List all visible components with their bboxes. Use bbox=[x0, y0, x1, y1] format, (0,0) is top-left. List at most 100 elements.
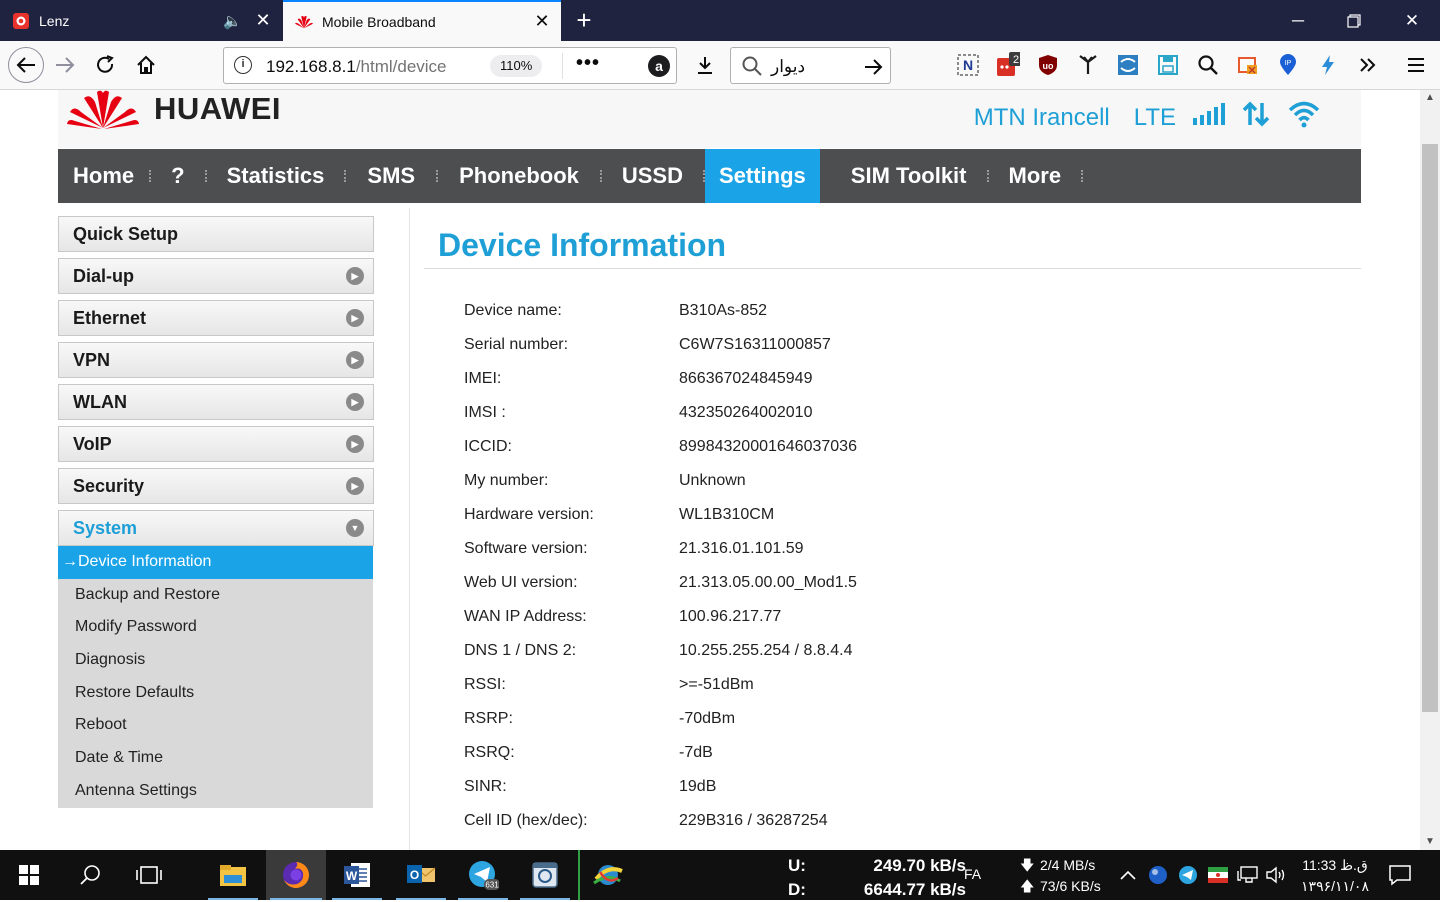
nav-sms[interactable]: SMS bbox=[346, 149, 436, 203]
info-label: Software version: bbox=[464, 540, 588, 557]
nav-home[interactable]: Home bbox=[58, 149, 149, 203]
submenu-diagnosis[interactable]: Diagnosis bbox=[58, 644, 373, 677]
submenu-date-time[interactable]: Date & Time bbox=[58, 742, 373, 775]
task-view-icon[interactable] bbox=[120, 850, 178, 900]
sidebar-item-ethernet[interactable]: Ethernet ▶ bbox=[58, 300, 374, 336]
submenu-reboot[interactable]: Reboot bbox=[58, 709, 373, 742]
back-button[interactable] bbox=[8, 47, 44, 83]
page-actions-icon[interactable]: ••• bbox=[576, 52, 600, 75]
firefox-icon[interactable] bbox=[266, 850, 326, 900]
nav-help[interactable]: ? bbox=[151, 149, 204, 203]
sync-icon[interactable] bbox=[1116, 53, 1140, 77]
search-icon[interactable] bbox=[1196, 53, 1220, 77]
arrow-right-icon[interactable] bbox=[862, 52, 884, 84]
url-bar[interactable]: i 192.168.8.1/html/device 110% ••• a bbox=[223, 47, 677, 84]
nav-sim-toolkit[interactable]: SIM Toolkit bbox=[820, 149, 987, 203]
network-tray-icon[interactable] bbox=[1237, 864, 1259, 886]
tab-mobile-broadband[interactable]: Mobile Broadband ✕ bbox=[283, 0, 561, 41]
url-text[interactable]: 192.168.8.1/html/device bbox=[266, 57, 448, 77]
new-tab-button[interactable]: + bbox=[568, 4, 600, 36]
nav-separator bbox=[1081, 149, 1083, 203]
sidebar-item-security[interactable]: Security ▶ bbox=[58, 468, 374, 504]
close-window-icon[interactable]: ✕ bbox=[1384, 0, 1440, 41]
overflow-chevron-icon[interactable] bbox=[1356, 53, 1380, 77]
nav-settings[interactable]: Settings bbox=[705, 149, 820, 203]
sidebar-item-wlan[interactable]: WLAN ▶ bbox=[58, 384, 374, 420]
speaker-icon[interactable]: 🔈 bbox=[223, 12, 242, 30]
title-divider bbox=[424, 268, 1361, 269]
settings-sidebar: Quick Setup Dial-up ▶ Ethernet ▶ VPN ▶ WLAN… bbox=[58, 216, 374, 808]
info-icon[interactable]: i bbox=[234, 56, 252, 74]
huawei-logo[interactable]: HUAWEI bbox=[66, 90, 281, 130]
tray-chevron-icon[interactable] bbox=[1117, 864, 1139, 886]
windows-start-icon[interactable] bbox=[0, 850, 58, 900]
sidebar-item-vpn[interactable]: VPN ▶ bbox=[58, 342, 374, 378]
nav-statistics[interactable]: Statistics bbox=[207, 149, 345, 203]
tray-app-icon[interactable] bbox=[1147, 864, 1169, 886]
zoom-level[interactable]: 110% bbox=[490, 55, 543, 77]
ublock-icon[interactable]: uo bbox=[1036, 53, 1060, 77]
home-button[interactable] bbox=[129, 48, 163, 82]
word-icon[interactable]: W bbox=[328, 850, 386, 900]
scroll-down-icon[interactable]: ▼ bbox=[1420, 834, 1440, 850]
info-row: IMSI : 432350264002010 bbox=[464, 404, 857, 438]
save-icon[interactable] bbox=[1156, 53, 1180, 77]
submenu-antenna-settings[interactable]: Antenna Settings bbox=[58, 775, 373, 808]
svg-text:uo: uo bbox=[1043, 61, 1054, 71]
sidebar-item-quick-setup[interactable]: Quick Setup bbox=[58, 216, 374, 252]
sidebar-item-label: Quick Setup bbox=[73, 224, 179, 244]
extension-badge: 2 bbox=[1013, 54, 1019, 66]
download-button[interactable] bbox=[688, 48, 722, 82]
reload-button[interactable] bbox=[89, 48, 123, 82]
telegram-tray-icon[interactable] bbox=[1177, 864, 1199, 886]
telegram-icon[interactable]: 631 bbox=[454, 850, 512, 900]
dialog-app-icon[interactable] bbox=[516, 850, 574, 900]
net-traffic-meter[interactable]: 🡇 2/4 MB/s 🡅 73/6 KB/s bbox=[1020, 855, 1101, 897]
screenshot-icon[interactable] bbox=[1236, 53, 1260, 77]
outlook-icon[interactable]: O bbox=[392, 850, 450, 900]
submenu-device-information[interactable]: →Device Information bbox=[58, 546, 373, 579]
nav-more[interactable]: More bbox=[989, 149, 1082, 203]
info-label: IMSI : bbox=[464, 404, 506, 421]
search-bar[interactable]: دیوار bbox=[730, 47, 891, 84]
volume-icon[interactable] bbox=[1265, 864, 1287, 886]
scroll-thumb[interactable] bbox=[1422, 144, 1438, 712]
info-row: Serial number: C6W7S16311000857 bbox=[464, 336, 857, 370]
search-input[interactable]: دیوار bbox=[771, 57, 805, 77]
location-pin-icon[interactable]: IP bbox=[1276, 53, 1300, 77]
arrow-down-icon: 🡇 bbox=[1020, 857, 1035, 873]
antenna-icon[interactable] bbox=[1076, 53, 1100, 77]
network-type: LTE bbox=[1133, 103, 1176, 131]
network-app-icon[interactable] bbox=[578, 850, 636, 900]
search-icon[interactable] bbox=[62, 850, 120, 900]
system-clock[interactable]: 11:33 ق.ظ ۱۳۹۶/۱۱/۰۸ bbox=[1300, 855, 1370, 897]
submenu-modify-password[interactable]: Modify Password bbox=[58, 611, 373, 644]
submenu-backup-restore[interactable]: Backup and Restore bbox=[58, 579, 373, 612]
page-scrollbar[interactable]: ▲ ▼ bbox=[1420, 90, 1440, 850]
close-icon[interactable]: ✕ bbox=[250, 10, 276, 31]
nav-ussd[interactable]: USSD bbox=[602, 149, 703, 203]
device-info-table: Device name: B310As-852 Serial number: C6W… bbox=[464, 302, 857, 846]
close-icon[interactable]: ✕ bbox=[529, 11, 555, 32]
sidebar-item-voip[interactable]: VoIP ▶ bbox=[58, 426, 374, 462]
nav-phonebook[interactable]: Phonebook bbox=[438, 149, 600, 203]
tab-lenz[interactable]: Lenz 🔈 ✕ bbox=[0, 0, 282, 41]
lightning-icon[interactable] bbox=[1316, 53, 1340, 77]
sidebar-item-dial-up[interactable]: Dial-up ▶ bbox=[58, 258, 374, 294]
notification-icon[interactable] bbox=[1388, 863, 1412, 892]
restore-icon[interactable] bbox=[1326, 0, 1382, 41]
amazon-assistant-icon[interactable]: a bbox=[648, 55, 670, 77]
flag-tray-icon[interactable] bbox=[1207, 864, 1229, 886]
n-extension-icon[interactable]: N bbox=[956, 53, 980, 77]
forward-button[interactable] bbox=[48, 48, 82, 82]
system-submenu: →Device Information Backup and Restore M… bbox=[58, 546, 373, 808]
minimize-icon[interactable]: ─ bbox=[1270, 0, 1326, 41]
scroll-up-icon[interactable]: ▲ bbox=[1420, 90, 1440, 106]
submenu-restore-defaults[interactable]: Restore Defaults bbox=[58, 677, 373, 710]
todoist-icon[interactable]: 2 bbox=[996, 52, 1020, 77]
language-indicator[interactable]: FA bbox=[964, 866, 981, 882]
url-path: /html/device bbox=[355, 57, 447, 76]
file-explorer-icon[interactable] bbox=[204, 850, 262, 900]
sidebar-item-system[interactable]: System ▼ bbox=[58, 510, 374, 546]
hamburger-menu-icon[interactable] bbox=[1404, 53, 1428, 77]
